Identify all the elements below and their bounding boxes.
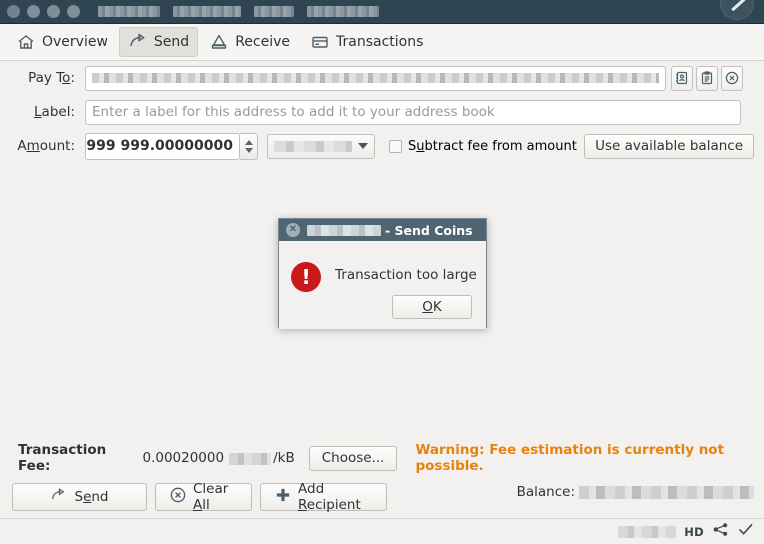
main-toolbar: Overview Send Receive Transactions <box>0 24 764 61</box>
label-field-label: Label: <box>34 104 75 120</box>
receive-envelope-icon <box>209 32 229 52</box>
address-book-icon <box>675 71 689 85</box>
amount-row: Amount: 999 999.00000000 Subtract fee fr… <box>0 129 764 163</box>
clear-all-button[interactable]: Clear All <box>155 481 252 513</box>
hd-status-label: HD <box>684 524 704 539</box>
payto-input[interactable] <box>85 65 666 91</box>
error-exclamation-icon: ! <box>291 262 321 292</box>
toolbar-item-receive[interactable]: Receive <box>200 27 299 57</box>
plus-icon <box>275 487 291 507</box>
stepper-up-icon[interactable] <box>244 139 253 145</box>
redacted-text-block <box>173 6 241 17</box>
dialog-ok-button[interactable]: OK <box>392 295 472 319</box>
send-coins-error-dialog: ✕ - Send Coins ! Transaction too large O… <box>278 218 487 329</box>
label-row: Label: Enter a label for this address to… <box>0 95 764 129</box>
payto-row: Pay To: <box>0 61 764 95</box>
paste-address-button[interactable] <box>696 65 718 91</box>
redacted-address-value <box>92 73 659 83</box>
amount-input[interactable]: 999 999.00000000 <box>85 132 240 160</box>
subtract-fee-checkbox[interactable] <box>389 139 402 153</box>
redacted-text-block <box>254 6 294 17</box>
dialog-body: ! Transaction too large OK <box>279 241 486 329</box>
label-input[interactable]: Enter a label for this address to add it… <box>85 99 741 125</box>
redacted-fee-unit <box>229 452 272 465</box>
balance-display: Balance: <box>517 484 754 500</box>
clear-all-label: Clear All <box>193 481 229 513</box>
window-controls[interactable] <box>7 5 80 18</box>
send-arrow-icon <box>128 32 148 52</box>
clear-circle-x-icon <box>725 71 739 85</box>
amount-label: Amount: <box>17 138 75 154</box>
dialog-title-text: - Send Coins <box>385 222 473 238</box>
amount-stepper[interactable] <box>240 132 258 160</box>
add-recipient-label: Add Recipient <box>298 481 361 513</box>
send-arrow-icon <box>50 487 67 508</box>
transactions-card-icon <box>310 32 330 52</box>
redacted-dialog-title <box>307 224 381 236</box>
window-control-dot[interactable] <box>27 5 40 18</box>
subtract-fee-checkbox-wrap[interactable]: Subtract fee from amount <box>389 139 577 154</box>
transaction-fee-value: 0.00020000 <box>142 450 225 466</box>
send-button-label: Send <box>74 489 109 505</box>
redacted-balance-value <box>579 485 754 499</box>
fee-warning-text: Warning: Fee estimation is currently not… <box>415 442 725 474</box>
toolbar-label: Send <box>153 34 190 50</box>
subtract-fee-label: Subtract fee from amount <box>408 138 577 154</box>
ok-button-label: OK <box>422 299 442 315</box>
send-coins-form: Pay To: Label: Enter a label for this ad… <box>0 61 764 163</box>
add-recipient-button[interactable]: Add Recipient <box>260 481 387 513</box>
payto-buttons <box>671 65 743 91</box>
redacted-unit-value <box>274 140 352 152</box>
toolbar-item-transactions[interactable]: Transactions <box>301 27 432 57</box>
window-control-dot[interactable] <box>7 5 20 18</box>
dialog-message: Transaction too large <box>335 267 477 283</box>
dialog-titlebar: ✕ - Send Coins <box>279 219 486 241</box>
chevron-down-icon <box>358 143 368 149</box>
status-bar: HD <box>0 518 764 544</box>
payto-label: Pay To: <box>28 70 75 86</box>
clear-circle-x-icon <box>170 487 186 507</box>
transaction-fee-label: Transaction Fee: <box>18 442 107 474</box>
window-control-dot[interactable] <box>47 5 60 18</box>
toolbar-label: Overview <box>42 34 108 50</box>
use-available-balance-button[interactable]: Use available balance <box>584 133 754 159</box>
bitcoin-wallet-window: Overview Send Receive Transactions Pay T… <box>0 0 764 544</box>
send-button[interactable]: Send <box>12 483 147 511</box>
home-icon <box>16 32 36 52</box>
sync-check-icon[interactable] <box>737 522 754 541</box>
address-book-button[interactable] <box>671 65 693 91</box>
clipboard-icon <box>700 71 714 85</box>
redacted-text-block <box>307 6 379 17</box>
toolbar-label: Receive <box>235 34 290 50</box>
toolbar-item-overview[interactable]: Overview <box>7 27 117 57</box>
transaction-fee-row: Transaction Fee: 0.00020000 /kB Choose..… <box>0 442 764 474</box>
stepper-down-icon[interactable] <box>244 147 253 153</box>
balance-label: Balance: <box>516 484 575 500</box>
close-icon[interactable]: ✕ <box>286 223 300 237</box>
window-control-dot[interactable] <box>67 5 80 18</box>
cursor-arrow-icon <box>720 0 754 20</box>
transaction-fee-per: /kB <box>273 450 295 466</box>
dialog-title: - Send Coins <box>307 223 473 238</box>
network-connections-icon[interactable] <box>712 522 729 541</box>
window-titlebar <box>0 0 764 24</box>
amount-unit-select[interactable] <box>267 133 375 159</box>
choose-fee-button[interactable]: Choose... <box>308 445 398 471</box>
clear-address-button[interactable] <box>721 65 743 91</box>
window-title-redacted <box>98 6 379 17</box>
toolbar-item-send[interactable]: Send <box>118 27 199 57</box>
toolbar-label: Transactions <box>336 34 424 50</box>
redacted-text-block <box>98 6 160 17</box>
redacted-status-item <box>618 525 677 538</box>
